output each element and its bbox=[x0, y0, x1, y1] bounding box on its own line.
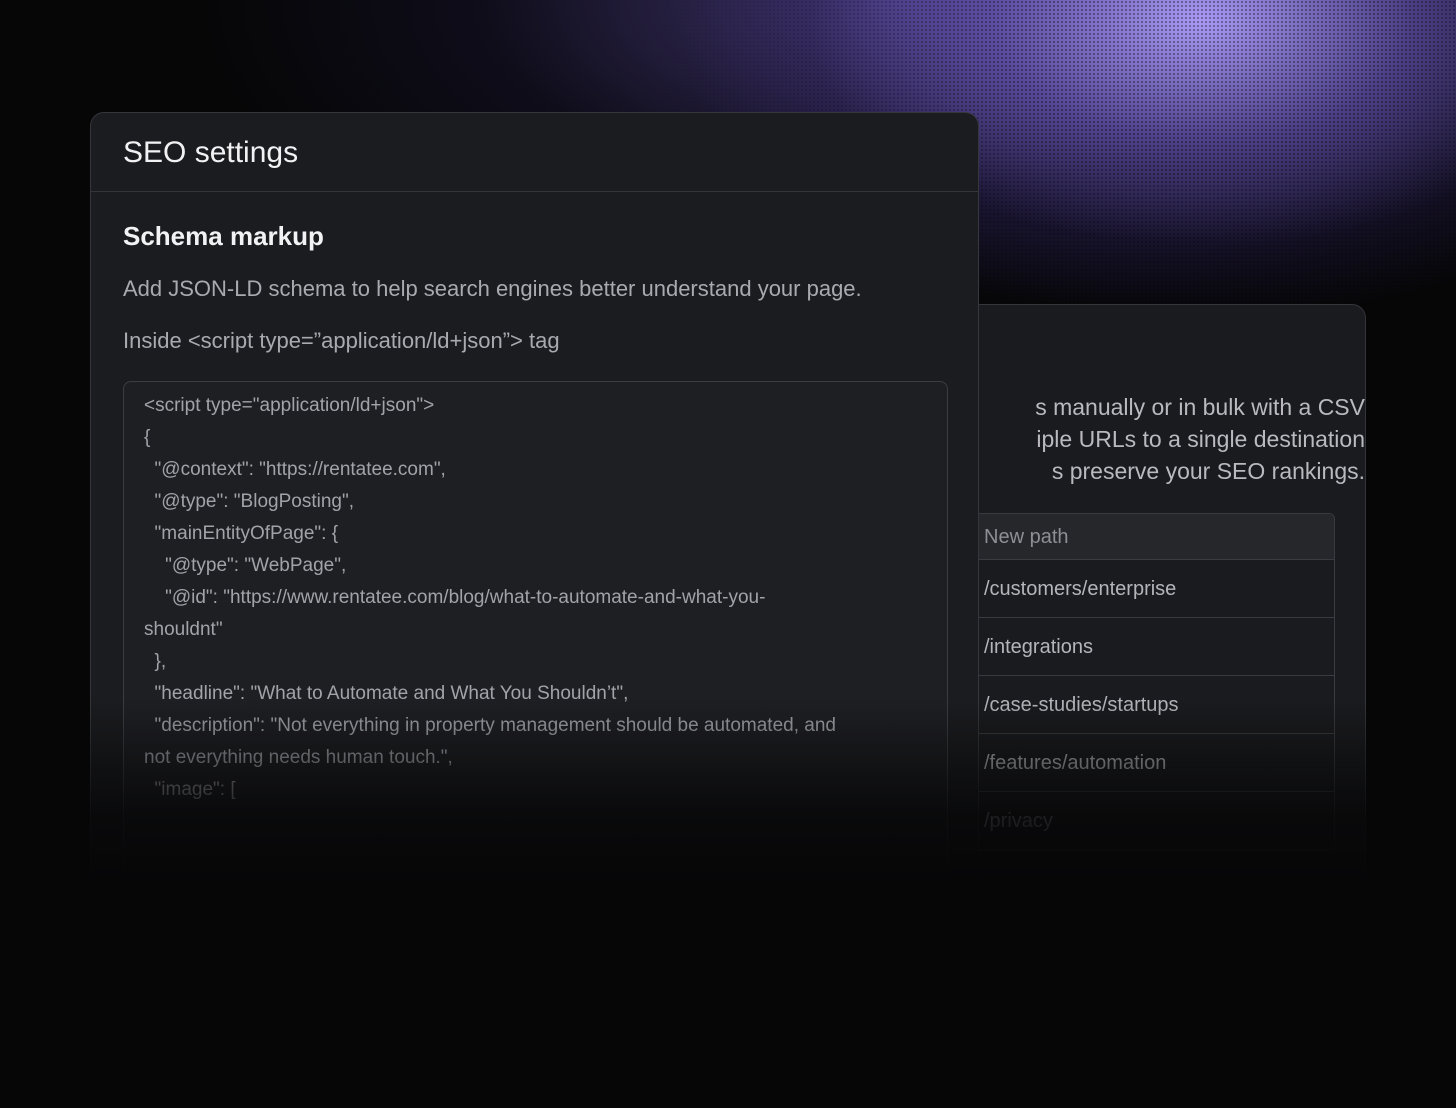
section-description: Add JSON-LD schema to help search engine… bbox=[123, 276, 862, 301]
code-line: "image": [ bbox=[144, 779, 236, 800]
redirects-table: New path /customers/enterprise /integrat… bbox=[921, 513, 1335, 851]
code-line: "@id": "https://www.rentatee.com/blog/wh… bbox=[144, 587, 766, 608]
table-row[interactable]: /privacy bbox=[922, 792, 1334, 850]
table-header-new-path: New path bbox=[922, 514, 1334, 560]
schema-markup-textarea[interactable]: <script type="application/ld+json"> { "@… bbox=[123, 381, 948, 931]
page-title: SEO settings bbox=[123, 136, 299, 169]
table-row[interactable]: /case-studies/startups bbox=[922, 676, 1334, 734]
code-line: { bbox=[144, 427, 151, 448]
code-line: }, bbox=[144, 651, 167, 672]
stage: s manually or in bulk with a CSV iple UR… bbox=[0, 0, 1456, 1108]
code-line: "headline": "What to Automate and What Y… bbox=[144, 683, 629, 704]
code-line: "@type": "BlogPosting", bbox=[144, 491, 354, 512]
table-row[interactable]: /features/automation bbox=[922, 734, 1334, 792]
section-title: Schema markup bbox=[123, 221, 324, 251]
code-line: "description": "Not everything in proper… bbox=[144, 715, 836, 736]
table-row[interactable]: /integrations bbox=[922, 618, 1334, 676]
code-line: "@type": "WebPage", bbox=[144, 555, 347, 576]
schema-field-label: Inside <script type=”application/ld+json… bbox=[123, 328, 560, 353]
code-line: "mainEntityOfPage": { bbox=[144, 523, 339, 544]
table-row[interactable]: /customers/enterprise bbox=[922, 560, 1334, 618]
seo-settings-card: SEO settings Schema markup Add JSON-LD s… bbox=[90, 112, 979, 932]
card-header: SEO settings bbox=[91, 113, 978, 192]
code-line: shouldnt" bbox=[144, 619, 223, 640]
code-line: <script type="application/ld+json"> bbox=[144, 395, 435, 416]
code-line: not everything needs human touch.", bbox=[144, 747, 453, 768]
code-line: "@context": "https://rentatee.com", bbox=[144, 459, 446, 480]
